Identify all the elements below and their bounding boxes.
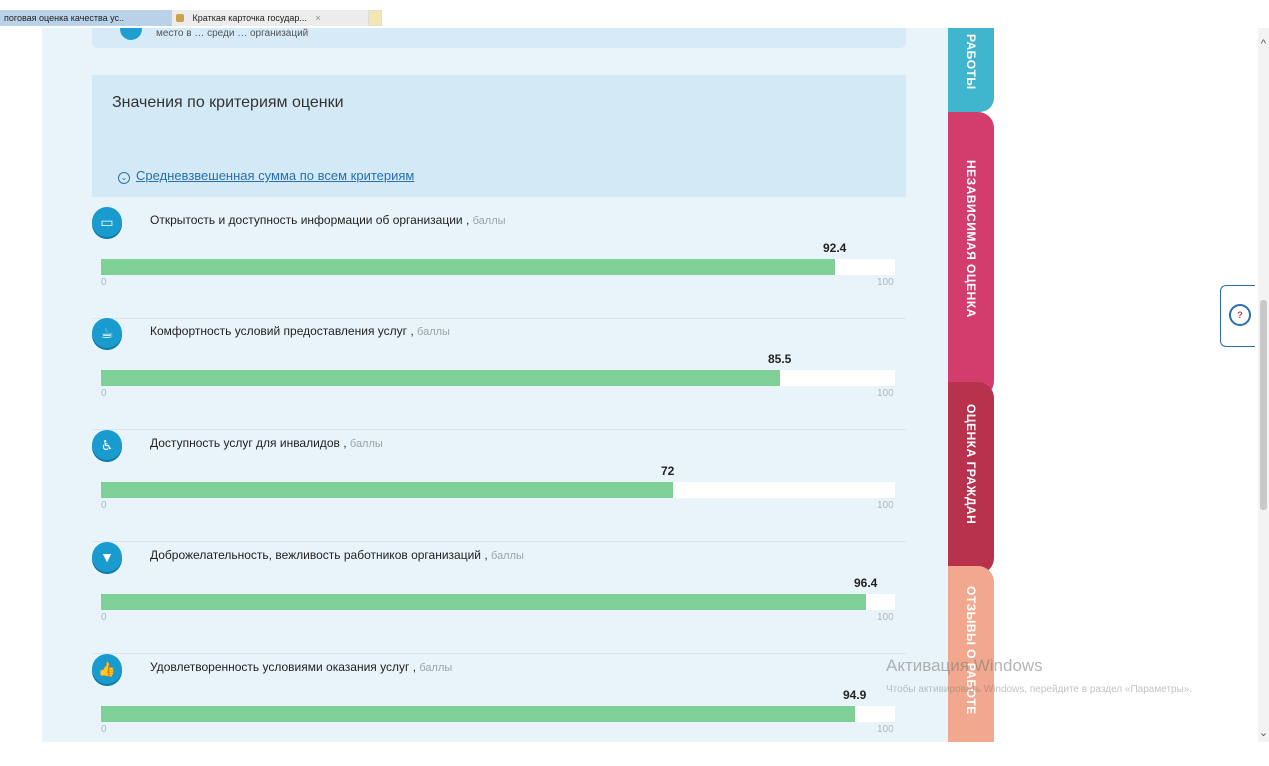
favicon-icon bbox=[176, 14, 184, 22]
tab-label: поговая оценка качества ус.. bbox=[4, 13, 125, 23]
activation-watermark-subtitle: Чтобы активировать Windows, перейдите в … bbox=[886, 684, 1193, 695]
scrollbar-thumb[interactable] bbox=[1260, 300, 1267, 510]
criterion-name: Открытость и доступность информации об о… bbox=[150, 213, 463, 227]
score-bar-track bbox=[101, 706, 895, 722]
criterion-row: ♿ Доступность услуг для инвалидов , баллы… bbox=[92, 430, 906, 542]
tab-independent-assessment[interactable]: НЕЗАВИСИМАЯ ОЦЕНКА bbox=[948, 112, 994, 397]
criterion-row: 👍 Удовлетворенность условиями оказания ус… bbox=[92, 654, 906, 766]
scroll-up-icon[interactable]: ^ bbox=[1258, 38, 1269, 50]
new-tab-button[interactable] bbox=[368, 10, 382, 26]
axis-max-label: 100 bbox=[877, 724, 894, 735]
axis-min-label: 0 bbox=[101, 277, 107, 288]
criterion-name: Удовлетворенность условиями оказания усл… bbox=[150, 660, 410, 674]
tab-independent-label: НЕЗАВИСИМАЯ ОЦЕНКА bbox=[964, 160, 978, 318]
criterion-unit: баллы bbox=[472, 215, 506, 227]
criterion-unit: баллы bbox=[491, 550, 524, 562]
expand-circle-icon: ⌄ bbox=[118, 172, 130, 184]
axis-min-label: 0 bbox=[101, 500, 107, 511]
tab-reviews[interactable]: ОТЗЫВЫ О РАБОТЕ bbox=[948, 566, 994, 742]
score-bar-fill bbox=[101, 594, 866, 610]
axis-max-label: 100 bbox=[877, 612, 894, 623]
cup-icon: ☕ bbox=[92, 318, 122, 348]
browser-tab-quality[interactable]: поговая оценка качества ус.. bbox=[0, 10, 174, 26]
thumbs-up-icon: 👍 bbox=[92, 654, 122, 684]
tab-citizen-assessment[interactable]: ОЦЕНКА ГРАЖДАН bbox=[948, 382, 994, 574]
score-value: 92.4 bbox=[823, 241, 847, 255]
criterion-name: Доступность услуг для инвалидов bbox=[150, 436, 340, 450]
criterion-label: Комфортность условий предоставления услу… bbox=[150, 324, 450, 338]
score-bar-fill bbox=[101, 259, 835, 275]
scroll-down-icon[interactable]: ⌄ bbox=[1258, 726, 1269, 739]
tab-reviews-label: ОТЗЫВЫ О РАБОТЕ bbox=[964, 586, 978, 715]
score-bar-fill bbox=[101, 482, 673, 498]
wheelchair-icon: ♿ bbox=[92, 430, 122, 460]
criterion-label: Открытость и доступность информации об о… bbox=[150, 213, 506, 227]
inbox-icon: ▭ bbox=[92, 207, 122, 237]
axis-min-label: 0 bbox=[101, 612, 107, 623]
help-icon: ? bbox=[1229, 304, 1251, 326]
tab-label: Краткая карточка государ... bbox=[192, 13, 307, 23]
score-value: 96.4 bbox=[854, 576, 878, 590]
score-bar-track bbox=[101, 259, 895, 275]
weighted-sum-label: Средневзвешенная сумма по всем критериям bbox=[136, 168, 415, 183]
tab-citizens-label: ОЦЕНКА ГРАЖДАН bbox=[964, 404, 978, 525]
close-icon[interactable]: × bbox=[315, 13, 320, 23]
score-bar-track bbox=[101, 370, 895, 386]
criterion-row: ☕ Комфортность условий предоставления усл… bbox=[92, 318, 906, 430]
criteria-title: Значения по критериям оценки bbox=[112, 94, 344, 111]
criterion-label: Удовлетворенность условиями оказания усл… bbox=[150, 660, 453, 674]
activation-watermark: Активация Windows bbox=[886, 656, 1043, 675]
previous-summary-text: место в … среди … организаций bbox=[156, 28, 309, 39]
criterion-unit: баллы bbox=[417, 326, 450, 338]
criterion-unit: баллы bbox=[419, 662, 453, 674]
weighted-sum-link[interactable]: ⌄ Средневзвешенная сумма по всем критерия… bbox=[118, 168, 414, 184]
score-value: 85.5 bbox=[768, 352, 792, 366]
tab-works-label: РАБОТЫ bbox=[964, 34, 978, 90]
criterion-label: Доступность услуг для инвалидов , баллы bbox=[150, 436, 383, 450]
criterion-name: Доброжелательность, вежливость работнико… bbox=[150, 548, 481, 562]
score-bar-track bbox=[101, 594, 895, 610]
help-widget[interactable]: ? bbox=[1220, 285, 1255, 347]
criterion-label: Доброжелательность, вежливость работнико… bbox=[150, 548, 524, 562]
tie-icon: ▼ bbox=[92, 542, 122, 572]
axis-max-label: 100 bbox=[877, 277, 894, 288]
score-bar-fill bbox=[101, 370, 780, 386]
browser-tab-card[interactable]: Краткая карточка государ... × bbox=[172, 10, 370, 26]
score-value: 72 bbox=[661, 464, 675, 478]
axis-max-label: 100 bbox=[877, 500, 894, 511]
axis-min-label: 0 bbox=[101, 388, 107, 399]
score-bar-fill bbox=[101, 706, 855, 722]
criterion-row: ▭ Открытость и доступность информации об … bbox=[92, 207, 906, 319]
criterion-unit: баллы bbox=[349, 438, 383, 450]
criterion-name: Комфортность условий предоставления услу… bbox=[150, 324, 408, 338]
axis-min-label: 0 bbox=[101, 724, 107, 735]
criterion-row: ▼ Доброжелательность, вежливость работник… bbox=[92, 542, 906, 654]
browser-tab-strip: поговая оценка качества ус.. Краткая кар… bbox=[0, 0, 1269, 28]
score-value: 94.9 bbox=[843, 688, 867, 702]
axis-max-label: 100 bbox=[877, 388, 894, 399]
tab-works[interactable]: РАБОТЫ bbox=[948, 28, 994, 112]
score-bar-track bbox=[101, 482, 895, 498]
